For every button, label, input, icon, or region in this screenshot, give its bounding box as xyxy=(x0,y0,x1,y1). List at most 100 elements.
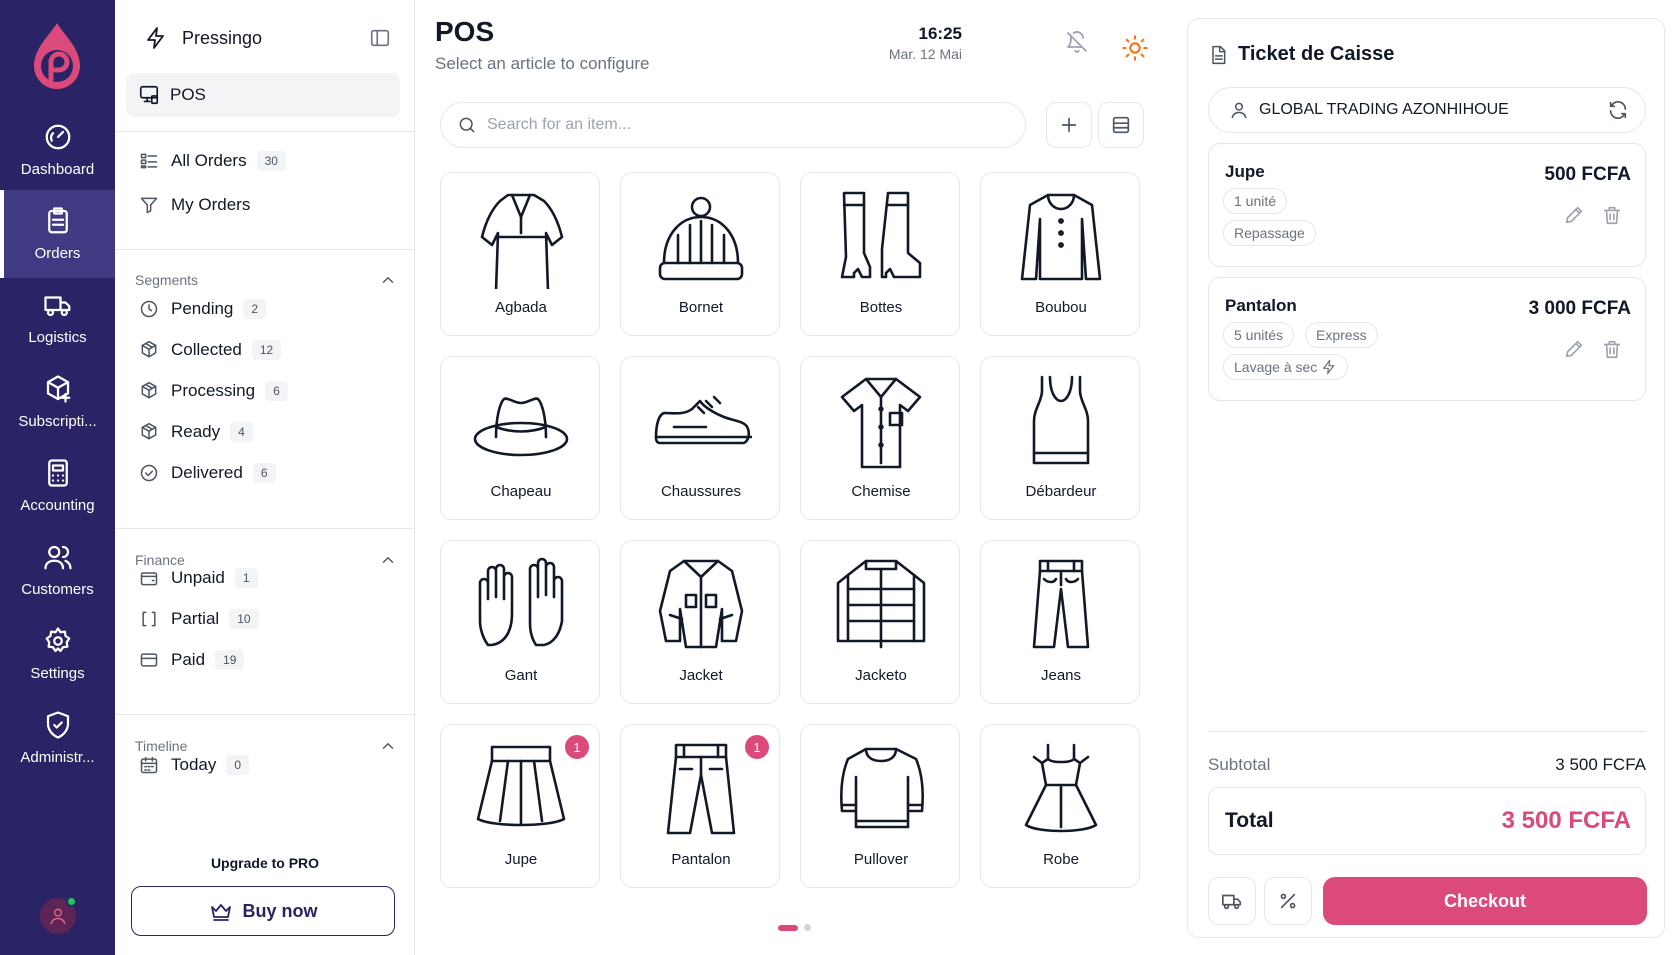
trash-icon[interactable] xyxy=(1601,204,1623,226)
sidebar-item-label: Today xyxy=(171,755,217,774)
article-name: Chaussures xyxy=(660,483,742,500)
rail-item-2[interactable]: Orders xyxy=(0,190,115,278)
calendar-icon xyxy=(140,756,158,774)
sidebar-item[interactable]: Ready 4 xyxy=(139,417,253,447)
sidebar-item[interactable]: Partial 10 xyxy=(139,604,259,634)
article-card[interactable]: Robe xyxy=(980,724,1140,888)
article-card[interactable]: Boubou xyxy=(980,172,1140,336)
article-card[interactable]: Chapeau xyxy=(440,356,600,520)
online-status-dot xyxy=(66,896,77,907)
agbada-icon xyxy=(480,193,564,289)
cart-count-badge: 1 xyxy=(565,735,589,759)
ticket-line-item[interactable]: Jupe 500 FCFA 1 unité Repassage xyxy=(1208,143,1646,267)
count-badge: 10 xyxy=(229,609,259,629)
article-card[interactable]: Jeans xyxy=(980,540,1140,704)
article-card[interactable]: Débardeur xyxy=(980,356,1140,520)
article-name: Bornet xyxy=(678,299,724,316)
sidebar-item[interactable]: Collected 12 xyxy=(139,335,282,365)
sidebar-item[interactable]: Unpaid 1 xyxy=(139,563,258,593)
page-dot-active[interactable] xyxy=(778,924,798,931)
count-badge: 4 xyxy=(230,422,253,442)
divider xyxy=(115,249,415,250)
article-card[interactable]: Chemise xyxy=(800,356,960,520)
sidebar-item[interactable]: Today 0 xyxy=(139,750,250,780)
avatar[interactable] xyxy=(40,896,77,934)
sidebar-item[interactable]: Pending 2 xyxy=(139,294,267,324)
rail-item-label: Accounting xyxy=(20,497,95,514)
count-badge: 2 xyxy=(243,299,267,319)
article-card[interactable]: Chaussures xyxy=(620,356,780,520)
pressingo-logo-icon[interactable] xyxy=(26,20,88,92)
article-card[interactable]: Pantalon 1 xyxy=(620,724,780,888)
checkout-button[interactable]: Checkout xyxy=(1323,877,1647,925)
search-input[interactable] xyxy=(487,116,987,134)
article-card[interactable]: Bornet xyxy=(620,172,780,336)
trousers-icon xyxy=(666,743,736,835)
sidebar-item[interactable]: Delivered 6 xyxy=(139,458,276,488)
truck-icon xyxy=(1222,894,1242,910)
add-item-button[interactable] xyxy=(1046,102,1092,148)
sidebar-item[interactable]: My Orders xyxy=(139,190,250,220)
delivery-button[interactable] xyxy=(1208,877,1256,925)
segments-section-header[interactable]: Segments xyxy=(135,268,397,292)
rail-item-4[interactable]: Subscripti... xyxy=(0,358,115,446)
sun-icon[interactable] xyxy=(1121,34,1149,62)
sidebar-toggle-icon[interactable] xyxy=(369,27,391,49)
rail-item-5[interactable]: Accounting xyxy=(0,442,115,530)
sidebar-item[interactable]: Paid 19 xyxy=(139,645,245,675)
rail-item-label: Subscripti... xyxy=(18,413,97,430)
article-card[interactable]: Pullover xyxy=(800,724,960,888)
article-card[interactable]: Jacketo xyxy=(800,540,960,704)
divider xyxy=(115,131,415,132)
article-card[interactable]: Gant xyxy=(440,540,600,704)
box-icon xyxy=(141,422,157,440)
sidebar-item-label: Delivered xyxy=(171,463,243,482)
articles-grid: Agbada Bornet Bottes Boubou Chapeau Chaussure… xyxy=(440,172,1164,904)
rail-item-label: Orders xyxy=(34,245,81,262)
article-card[interactable]: Jupe 1 xyxy=(440,724,600,888)
layout-toggle-button[interactable] xyxy=(1098,102,1144,148)
sneaker-icon xyxy=(654,395,752,445)
pencil-icon[interactable] xyxy=(1563,204,1585,226)
bolt-icon xyxy=(1323,359,1335,375)
article-card[interactable]: Bottes xyxy=(800,172,960,336)
segments-title: Segments xyxy=(135,272,199,288)
receipt-icon xyxy=(1212,45,1226,64)
ticket-title: Ticket de Caisse xyxy=(1238,43,1395,65)
sidebar-item[interactable]: All Orders 30 xyxy=(139,146,286,176)
article-name: Boubou xyxy=(1035,299,1087,316)
rail-item-7[interactable]: Settings xyxy=(0,610,115,698)
buy-now-button[interactable]: Buy now xyxy=(131,886,395,936)
jeans-icon xyxy=(1032,559,1090,649)
rail-item-3[interactable]: Logistics xyxy=(0,274,115,362)
refresh-icon[interactable] xyxy=(1607,99,1629,121)
article-name: Bottes xyxy=(859,299,903,316)
trash-icon[interactable] xyxy=(1601,338,1623,360)
sidebar-item-label: Paid xyxy=(171,650,206,669)
article-name: Pantalon xyxy=(671,851,731,868)
article-card[interactable]: Jacket xyxy=(620,540,780,704)
sidebar-item-label: Partial xyxy=(171,609,220,628)
page-dot[interactable] xyxy=(804,924,811,931)
gauge-icon xyxy=(45,124,70,150)
pencil-icon[interactable] xyxy=(1563,338,1585,360)
list-icon xyxy=(140,153,158,169)
alarm-off-icon[interactable] xyxy=(1065,30,1089,54)
sweater-icon xyxy=(839,747,925,829)
article-card[interactable]: Agbada xyxy=(440,172,600,336)
clock-date: Mar. 12 Mai xyxy=(888,46,962,62)
article-name: Jeans xyxy=(1040,667,1082,684)
customer-selector[interactable]: GLOBAL TRADING AZONHIHOUE xyxy=(1208,87,1646,133)
rail-item-1[interactable]: Dashboard xyxy=(0,106,115,194)
rail-item-8[interactable]: Administr... xyxy=(0,694,115,782)
rail-item-label: Settings xyxy=(30,665,85,682)
discount-button[interactable] xyxy=(1264,877,1312,925)
user-icon xyxy=(1231,102,1247,119)
clipboard-icon xyxy=(47,207,68,234)
ticket-line-item[interactable]: Pantalon 3 000 FCFA 5 unités Express Lavage … xyxy=(1208,277,1646,401)
wallet-icon xyxy=(140,572,158,586)
line-item-name: Jupe xyxy=(1225,162,1265,181)
pos-nav-item[interactable]: POS xyxy=(126,73,400,117)
sidebar-item[interactable]: Processing 6 xyxy=(139,376,288,406)
rail-item-6[interactable]: Customers xyxy=(0,526,115,614)
